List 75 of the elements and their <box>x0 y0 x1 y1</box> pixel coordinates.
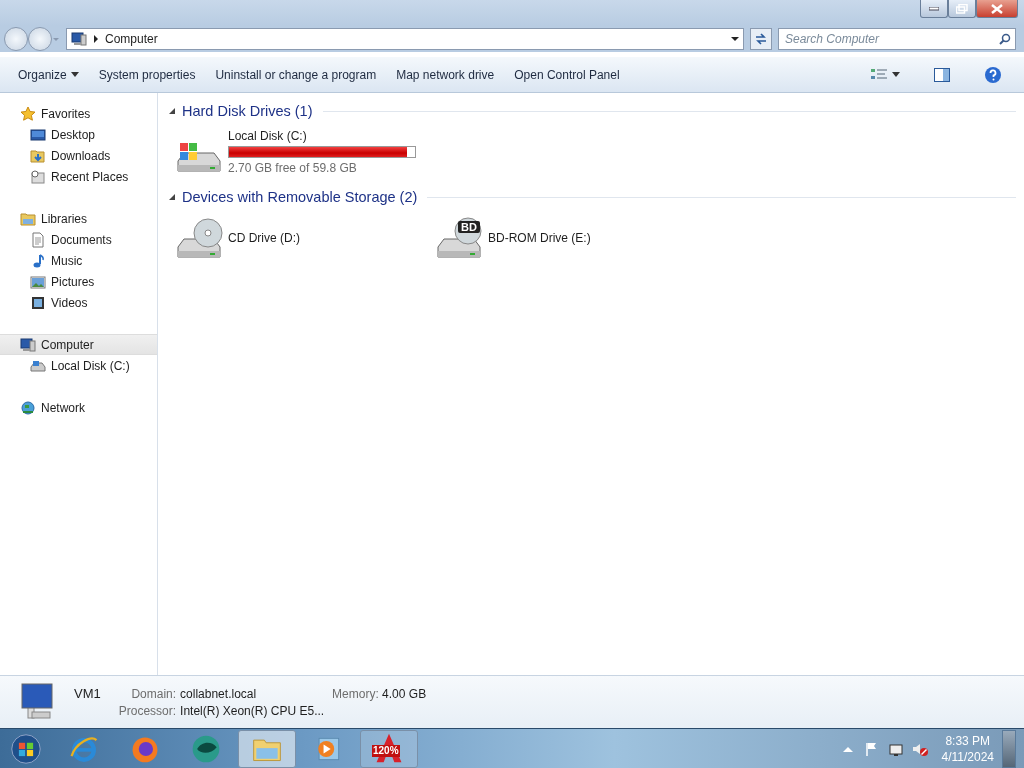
sidebar-item[interactable]: Favorites <box>0 103 157 124</box>
star-icon <box>20 105 36 122</box>
search-icon[interactable] <box>999 33 1011 45</box>
sidebar-item[interactable]: Local Disk (C:) <box>0 355 157 376</box>
address-bar[interactable]: Computer <box>66 28 744 50</box>
start-orb-icon <box>10 733 42 765</box>
restore-icon <box>956 3 968 14</box>
sidebar-item[interactable]: Libraries <box>0 208 157 229</box>
date-text: 4/11/2024 <box>941 749 994 765</box>
drive-name[interactable]: BD-ROM Drive (E:) <box>488 231 591 245</box>
close-button[interactable] <box>976 0 1018 18</box>
logo-label: 120% <box>372 745 400 757</box>
globe-network-icon <box>20 399 36 416</box>
back-button[interactable] <box>4 27 28 51</box>
sidebar-item[interactable]: Videos <box>0 292 157 313</box>
toolbar-button[interactable]: Map network drive <box>386 63 505 86</box>
field-label: Domain: <box>130 686 177 701</box>
sidebar-item[interactable]: Computer <box>0 334 157 355</box>
computer-icon <box>71 31 87 47</box>
desktop-icon <box>30 126 46 143</box>
sidebar-item[interactable]: Desktop <box>0 124 157 145</box>
help-icon <box>984 65 1002 84</box>
minimize-icon <box>929 6 939 11</box>
field-value: 4.00 GB <box>382 686 427 701</box>
forward-button[interactable] <box>28 27 52 51</box>
minimize-button[interactable] <box>920 0 948 18</box>
field-label: Memory: <box>332 686 379 701</box>
breadcrumb-arrow-icon <box>93 35 99 43</box>
sidebar-item[interactable]: Pictures <box>0 271 157 292</box>
toolbar-button[interactable]: Uninstall or change a program <box>205 63 387 86</box>
collapse-arrow-icon[interactable] <box>168 193 176 201</box>
toolbar-button[interactable]: Open Control Panel <box>504 63 630 86</box>
restore-button[interactable] <box>948 0 976 18</box>
group-heading: Devices with Removable Storage (2) <box>182 189 418 205</box>
refresh-button[interactable] <box>750 28 772 50</box>
speaker-muted-icon[interactable] <box>911 741 928 757</box>
drive-name[interactable]: Local Disk (C:) <box>228 129 416 143</box>
toolbar-button[interactable]: System properties <box>88 63 206 86</box>
toolbar-button[interactable]: Organize <box>8 63 89 86</box>
collapse-arrow-icon[interactable] <box>168 107 176 115</box>
group-heading: Hard Disk Drives (1) <box>182 103 313 119</box>
circle-app-icon <box>190 733 222 765</box>
search-field[interactable]: Search Computer <box>778 28 1016 50</box>
sidebar-item[interactable]: Documents <box>0 229 157 250</box>
document-icon <box>30 231 46 248</box>
free-space-text: 2.70 GB free of 59.8 GB <box>228 161 358 175</box>
drive-badge: BD <box>458 221 480 233</box>
computer-icon <box>20 336 36 353</box>
recent-places-icon <box>30 168 46 185</box>
film-icon <box>30 294 46 311</box>
show-desktop-button[interactable] <box>1002 730 1016 768</box>
close-icon <box>991 3 1003 14</box>
taskbar-button[interactable]: 120% <box>360 730 418 768</box>
cd-drive-icon <box>174 217 224 259</box>
field-value: collabnet.local <box>180 686 258 701</box>
refresh-icon <box>754 32 768 46</box>
preview-pane-icon <box>934 67 950 82</box>
view-list-icon <box>870 67 888 82</box>
caret-icon <box>70 72 79 77</box>
caret-icon <box>892 72 900 77</box>
field-label: Processor: <box>118 704 177 718</box>
taskbar-button[interactable] <box>238 730 296 768</box>
sidebar-item[interactable]: Network <box>0 397 157 418</box>
pictures-icon <box>30 273 46 290</box>
downloads-folder-icon <box>30 147 46 164</box>
network-icon[interactable] <box>887 741 904 757</box>
sidebar-item[interactable]: Downloads <box>0 145 157 166</box>
computer-name: VM1 <box>74 686 101 701</box>
time-text: 8:33 PM <box>945 733 991 749</box>
dropdown-arrow-icon <box>731 36 739 42</box>
library-folder-icon <box>20 210 36 227</box>
drive-name[interactable]: CD Drive (D:) <box>228 231 300 245</box>
field-value: Intel(R) Xeon(R) CPU E5... <box>180 704 326 718</box>
sidebar-item[interactable]: Recent Places <box>0 166 157 187</box>
sidebar-item[interactable]: Music <box>0 250 157 271</box>
